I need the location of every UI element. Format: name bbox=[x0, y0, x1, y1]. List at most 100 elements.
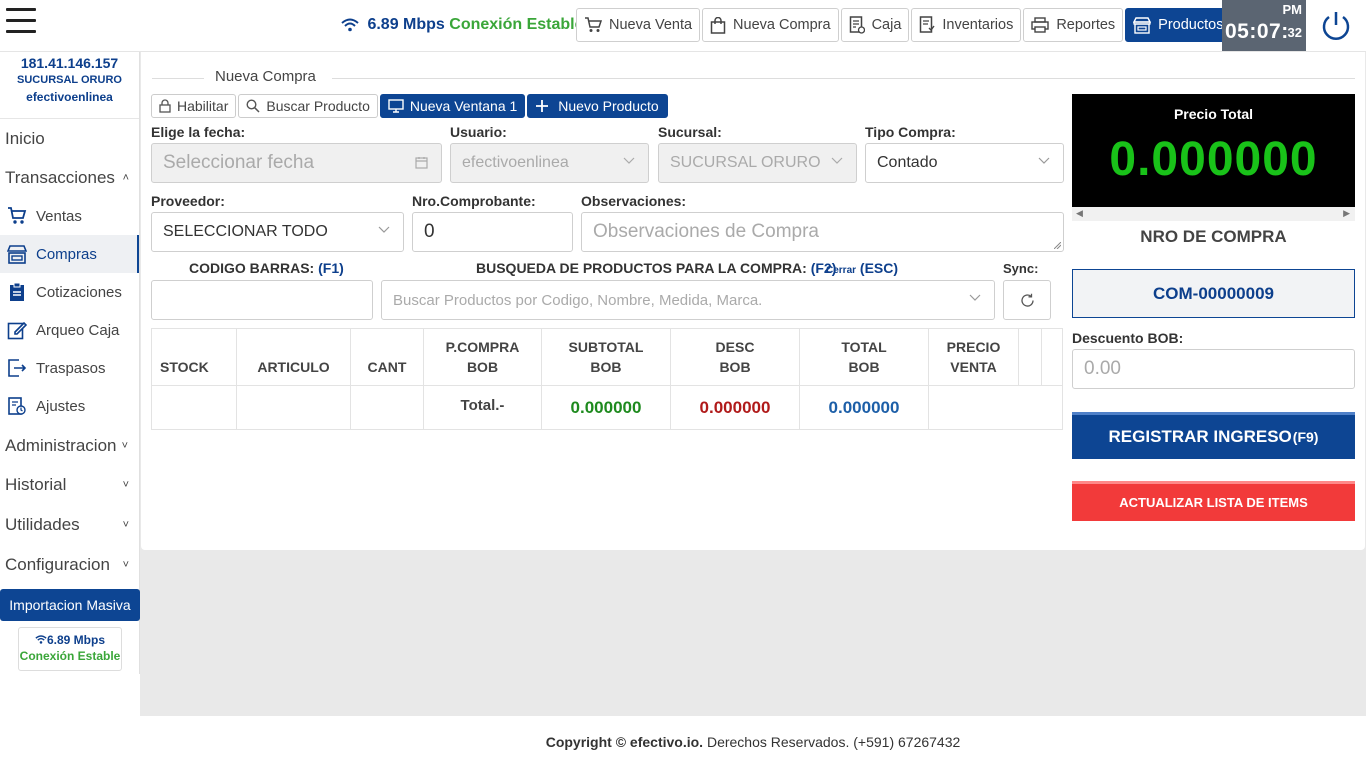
table-footer-row: Total.- 0.000000 0.000000 0.000000 bbox=[152, 386, 1062, 430]
calendar-icon bbox=[415, 157, 428, 169]
actualizar-lista-button[interactable]: ACTUALIZAR LISTA DE ITEMS bbox=[1072, 481, 1355, 521]
sidebar-item-label: Cotizaciones bbox=[36, 283, 122, 301]
chevron-down-icon: ˅ bbox=[121, 440, 128, 452]
nuevo-producto-button[interactable]: Nuevo Producto bbox=[527, 94, 668, 118]
nueva-ventana-label: Nueva Ventana 1 bbox=[409, 98, 518, 114]
clock-seconds: 32 bbox=[1287, 25, 1302, 40]
sidebar-network-speed: 6.89 Mbps bbox=[46, 633, 106, 647]
nueva-compra-button[interactable]: Nueva Compra bbox=[702, 8, 839, 42]
table-header-row: STOCK ARTICULO CANT P.COMPRA BOB SUBTOTA… bbox=[152, 329, 1062, 386]
store-icon bbox=[7, 244, 27, 264]
sidebar-header: 181.41.146.157 SUCURSAL ORURO efectivoen… bbox=[0, 52, 139, 119]
barcode-input[interactable] bbox=[151, 280, 373, 320]
nro-compra-title: NRO DE COMPRA bbox=[1140, 227, 1287, 246]
registrar-ingreso-label: REGISTRAR INGRESO bbox=[1108, 427, 1292, 446]
top-bar: 6.89 Mbps Conexión Estable Nueva Venta N… bbox=[0, 0, 1366, 52]
sidebar-item-arqueo-caja[interactable]: Arqueo Caja bbox=[0, 311, 139, 349]
proveedor-label: Proveedor: bbox=[151, 193, 225, 209]
reportes-button[interactable]: Reportes bbox=[1023, 8, 1124, 42]
close-shortcut: (ESC) bbox=[859, 260, 899, 276]
divider bbox=[152, 78, 204, 79]
sidebar-item-historial[interactable]: Historial ˅ bbox=[0, 465, 139, 505]
sidebar-item-label: Arqueo Caja bbox=[36, 321, 120, 339]
scroll-left-icon[interactable]: ◀ bbox=[1076, 208, 1083, 219]
sidebar-item-label: Compras bbox=[36, 245, 97, 263]
copyright-prefix: Copyright © bbox=[545, 734, 627, 750]
descuento-placeholder: 0.00 bbox=[1084, 358, 1121, 379]
sidebar-item-compras[interactable]: Compras bbox=[0, 235, 139, 273]
sync-button[interactable] bbox=[1003, 280, 1051, 320]
usuario-select[interactable]: efectivoenlinea bbox=[450, 143, 649, 183]
clipboard-icon bbox=[10, 282, 24, 301]
buscar-producto-label: Buscar Producto bbox=[266, 98, 370, 114]
sidebar-item-ajustes[interactable]: Ajustes bbox=[0, 387, 139, 425]
bag-icon bbox=[710, 16, 726, 34]
sucursal-select[interactable]: SUCURSAL ORURO bbox=[658, 143, 857, 183]
usuario-label: Usuario: bbox=[450, 124, 507, 140]
purchase-items-table: STOCK ARTICULO CANT P.COMPRA BOB SUBTOTA… bbox=[151, 328, 1063, 430]
resize-handle-icon[interactable] bbox=[1054, 242, 1061, 249]
productos-label: Productos bbox=[1158, 17, 1224, 33]
scroll-right-icon[interactable]: ▶ bbox=[1343, 208, 1350, 219]
nueva-venta-button[interactable]: Nueva Venta bbox=[576, 8, 701, 42]
price-total-value: 0.000000 bbox=[1109, 133, 1318, 186]
sidebar-item-transacciones[interactable]: Transacciones ˄ bbox=[0, 159, 139, 197]
plus-icon bbox=[536, 100, 549, 112]
product-search-select[interactable]: Buscar Productos por Codigo, Nombre, Med… bbox=[381, 280, 995, 320]
sidebar-item-administracion[interactable]: Administracion ˅ bbox=[0, 427, 139, 465]
column-header-precio-venta: PRECIO VENTA bbox=[929, 329, 1019, 385]
column-header-cant: CANT bbox=[351, 329, 424, 385]
importacion-masiva-button[interactable]: Importacion Masiva bbox=[0, 589, 140, 621]
productos-button[interactable]: Productos bbox=[1125, 8, 1232, 42]
tipo-compra-label: Tipo Compra: bbox=[865, 124, 956, 140]
copyright-brand[interactable]: efectivo.io. bbox=[630, 734, 703, 750]
tipo-compra-value: Contado bbox=[877, 154, 938, 171]
wifi-icon bbox=[341, 18, 359, 32]
sidebar-network-status: 6.89 Mbps Conexión Estable bbox=[18, 627, 122, 671]
copyright-text: Derechos Reservados. (+591) 67267432 bbox=[706, 734, 961, 750]
hamburger-menu-icon[interactable] bbox=[6, 8, 36, 36]
sidebar-item-label: Traspasos bbox=[36, 359, 106, 377]
wifi-icon bbox=[35, 635, 47, 644]
sidebar-network-status-text: Conexión Estable bbox=[19, 649, 121, 663]
column-header-extra bbox=[1019, 329, 1042, 385]
fecha-placeholder: Seleccionar fecha bbox=[163, 152, 315, 173]
buscar-producto-button[interactable]: Buscar Producto bbox=[238, 94, 378, 118]
sidebar-item-utilidades[interactable]: Utilidades ˅ bbox=[0, 505, 139, 545]
sidebar-item-ventas[interactable]: Ventas bbox=[0, 197, 139, 235]
nuevo-producto-label: Nuevo Producto bbox=[558, 98, 659, 114]
proveedor-select[interactable]: SELECCIONAR TODO bbox=[151, 212, 404, 252]
habilitar-button[interactable]: Habilitar bbox=[151, 94, 237, 118]
observaciones-label: Observaciones: bbox=[581, 193, 687, 209]
cart-icon bbox=[8, 207, 27, 224]
sidebar-item-inicio[interactable]: Inicio bbox=[0, 120, 139, 158]
fecha-input[interactable]: Seleccionar fecha bbox=[151, 143, 442, 183]
network-speed: 6.89 Mbps bbox=[367, 16, 445, 33]
sucursal-value: SUCURSAL ORURO bbox=[670, 154, 821, 171]
chevron-down-icon bbox=[1038, 157, 1050, 164]
total-label: Total.- bbox=[424, 386, 542, 430]
close-search-label[interactable]: Cerrar (ESC) bbox=[826, 260, 898, 276]
tipo-compra-select[interactable]: Contado bbox=[865, 143, 1064, 183]
descuento-input[interactable]: 0.00 bbox=[1072, 349, 1355, 389]
column-header-subtotal: SUBTOTAL BOB bbox=[542, 329, 671, 385]
horizontal-scrollbar[interactable]: ◀ ▶ bbox=[1072, 207, 1355, 221]
user-name: efectivoenlinea bbox=[26, 90, 113, 104]
search-icon bbox=[246, 99, 260, 113]
inventarios-button[interactable]: Inventarios bbox=[911, 8, 1022, 42]
chevron-up-icon: ˄ bbox=[122, 172, 129, 184]
refresh-icon bbox=[1020, 293, 1034, 307]
comprobante-input[interactable]: 0 bbox=[412, 212, 573, 252]
observaciones-textarea[interactable]: Observaciones de Compra bbox=[581, 212, 1064, 252]
sidebar-item-traspasos[interactable]: Traspasos bbox=[0, 349, 139, 387]
usuario-value: efectivoenlinea bbox=[462, 154, 569, 171]
power-icon[interactable] bbox=[1319, 9, 1353, 43]
nueva-ventana-button[interactable]: Nueva Ventana 1 bbox=[379, 94, 526, 118]
sidebar-item-cotizaciones[interactable]: Cotizaciones bbox=[0, 273, 139, 311]
proveedor-value: SELECCIONAR TODO bbox=[163, 223, 328, 240]
sidebar-item-configuracion[interactable]: Configuracion ˅ bbox=[0, 545, 139, 585]
registrar-ingreso-button[interactable]: REGISTRAR INGRESO (F9) bbox=[1072, 412, 1355, 459]
price-total-display: Precio Total 0.000000 bbox=[1072, 94, 1355, 207]
sidebar-item-label: Configuracion bbox=[5, 555, 110, 574]
caja-button[interactable]: Caja bbox=[840, 8, 910, 42]
